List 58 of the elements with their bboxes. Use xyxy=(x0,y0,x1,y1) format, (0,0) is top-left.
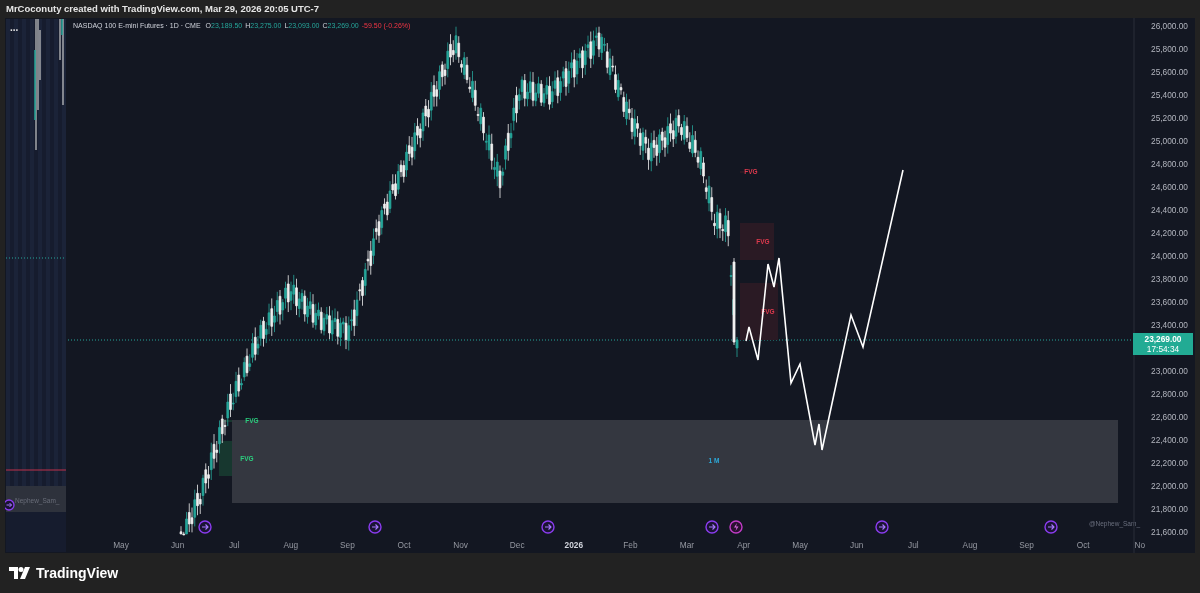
time-label: Oct xyxy=(397,540,411,550)
time-label: Sep xyxy=(1019,540,1034,550)
forward-icon[interactable] xyxy=(5,499,15,511)
time-label: May xyxy=(113,540,129,550)
price-label: 21,800.00 xyxy=(1151,504,1188,514)
forward-icon[interactable] xyxy=(368,520,382,534)
price-label: 26,000.00 xyxy=(1151,21,1188,31)
time-label: Jun xyxy=(850,540,864,550)
price-label: 22,000.00 xyxy=(1151,481,1188,491)
time-label: Sep xyxy=(340,540,355,550)
time-label: No xyxy=(1134,540,1146,550)
time-label: Aug xyxy=(283,540,299,550)
forward-icon[interactable] xyxy=(1044,520,1058,534)
price-label: 25,200.00 xyxy=(1151,113,1188,123)
time-label: Aug xyxy=(962,540,978,550)
price-tag-background xyxy=(1133,333,1193,355)
time-label: Jul xyxy=(908,540,919,550)
time-label: Jul xyxy=(228,540,240,550)
price-label: 23,600.00 xyxy=(1151,297,1188,307)
time-label: Nov xyxy=(453,540,468,550)
price-label: 22,800.00 xyxy=(1151,389,1188,399)
forward-icon[interactable] xyxy=(541,520,555,534)
time-label: Feb xyxy=(623,540,638,550)
price-label: 24,000.00 xyxy=(1151,251,1188,261)
last-price: 23,269.00 xyxy=(1144,334,1182,344)
price-label: 24,800.00 xyxy=(1151,159,1188,169)
forward-icon[interactable] xyxy=(198,520,212,534)
countdown-timer: 17:54:34 xyxy=(1146,344,1180,354)
price-label: 25,000.00 xyxy=(1151,136,1188,146)
time-label: Apr xyxy=(737,540,751,550)
forward-icon[interactable] xyxy=(875,520,889,534)
menu-dots[interactable]: ... xyxy=(10,22,19,33)
time-label: Mar xyxy=(679,540,695,550)
price-label: 24,400.00 xyxy=(1151,205,1188,215)
time-label: Jun xyxy=(170,540,185,550)
time-label: 2026 xyxy=(564,540,584,550)
price-label: 21,600.00 xyxy=(1151,527,1188,537)
price-label: 23,400.00 xyxy=(1151,320,1188,330)
fvg-zone xyxy=(740,283,778,340)
logo-icon xyxy=(9,567,31,579)
time-label: May xyxy=(792,540,809,550)
price-label: 24,200.00 xyxy=(1151,228,1188,238)
author-band xyxy=(6,486,66,512)
time-label: Oct xyxy=(1076,540,1090,550)
brand-name: TradingView xyxy=(36,565,119,581)
time-label: Dec xyxy=(509,540,525,550)
lightning-icon[interactable] xyxy=(729,520,743,534)
forward-icon[interactable] xyxy=(705,520,719,534)
chart-credit: MrCoconuty created with TradingView.com, Mar 29, 2026 20:05 UTC-7 xyxy=(5,2,321,16)
price-label: 24,600.00 xyxy=(1151,182,1188,192)
price-label: 22,600.00 xyxy=(1151,412,1188,422)
price-label: 23,800.00 xyxy=(1151,274,1188,284)
price-label: 23,000.00 xyxy=(1151,366,1188,376)
price-label: 22,200.00 xyxy=(1151,458,1188,468)
price-label: 25,600.00 xyxy=(1151,67,1188,77)
price-label: 25,800.00 xyxy=(1151,44,1188,54)
price-label: 25,400.00 xyxy=(1151,90,1188,100)
price-label: 22,400.00 xyxy=(1151,435,1188,445)
